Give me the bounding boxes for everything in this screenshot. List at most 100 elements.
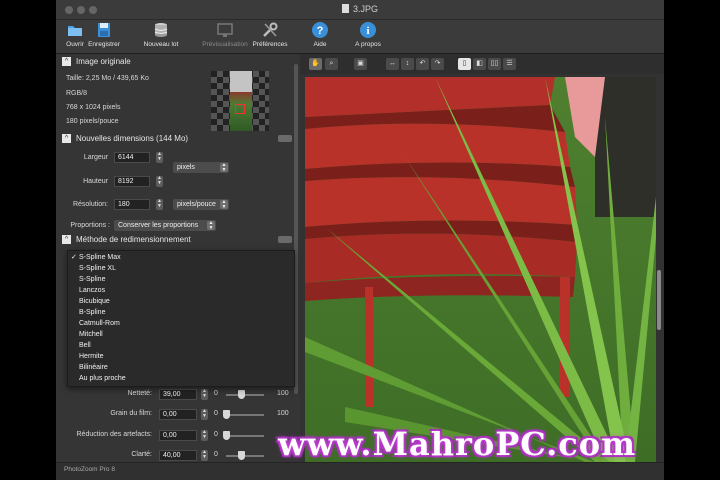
slider-knob[interactable] [223, 410, 230, 419]
crop-tool-button[interactable]: ▣ [354, 58, 367, 70]
open-button[interactable]: Ouvrir [63, 20, 87, 54]
slider-track[interactable] [226, 414, 264, 416]
about-button[interactable]: i A propos [352, 20, 384, 54]
slider-track[interactable] [226, 394, 264, 396]
resize-method-option-label: S-Spline XL [79, 265, 116, 272]
resize-method-option-label: S-Spline Max [79, 254, 121, 261]
preview-button[interactable]: Prévisualisation [201, 20, 249, 54]
collapse-chevron-icon: ^ [62, 57, 71, 66]
help-button[interactable]: ? Aide [308, 20, 332, 54]
new-batch-button[interactable]: Nouveau lot [142, 20, 180, 54]
slider-min-label: 0 [214, 451, 218, 458]
flip-vertical-button[interactable]: ↕ [401, 58, 414, 70]
slider-stepper[interactable]: ▲ ▼ [201, 389, 208, 400]
rotate-left-button[interactable]: ↶ [416, 58, 429, 70]
zoom-tool-button[interactable]: ⌕ [325, 58, 338, 70]
original-image-title: Image originale [76, 57, 131, 66]
resize-method-menu: ✓ S-Spline Max S-Spline XL S-Spline Lanczos B… [67, 250, 295, 387]
slider-value-field[interactable]: 40,00 [159, 450, 197, 461]
original-dimensions: 768 x 1024 pixels [66, 104, 121, 111]
height-stepper[interactable]: ▲ ▼ [156, 176, 163, 187]
resize-method-option-label: Mitchell [79, 331, 103, 338]
width-field[interactable]: 6144 [114, 152, 150, 163]
info-icon: i [360, 22, 376, 38]
width-stepper[interactable]: ▲ ▼ [156, 152, 163, 163]
slider-track[interactable] [226, 455, 264, 457]
proportions-select[interactable]: Conserver les proportions ▲ ▼ [114, 220, 216, 231]
hand-tool-button[interactable]: ✋ [309, 58, 322, 70]
original-resolution: 180 pixels/pouce [66, 118, 119, 125]
about-label: A propos [355, 41, 381, 48]
resize-method-option[interactable]: Bell [79, 341, 91, 351]
slider-value-field[interactable]: 0,00 [159, 430, 197, 441]
floppy-disk-icon [98, 23, 110, 37]
slider-min-label: 0 [214, 390, 218, 397]
window-title-text: 3.JPG [352, 4, 378, 14]
slider-stepper[interactable]: ▲ ▼ [201, 450, 208, 461]
resize-method-option[interactable]: ✓ S-Spline Max [71, 253, 121, 263]
preview-scrollbar[interactable] [657, 270, 661, 330]
height-label: Hauteur [83, 178, 108, 185]
flip-horizontal-button[interactable]: ↔ [386, 58, 399, 70]
resize-method-option-label: Bilinéaire [79, 364, 108, 371]
select-arrows-icon: ▲ ▼ [220, 199, 228, 210]
select-arrows-icon: ▲ ▼ [207, 220, 215, 231]
image-preview-canvas[interactable] [305, 77, 656, 462]
viewport-selection-box[interactable] [235, 104, 245, 114]
slider-max-label: 100 [277, 390, 289, 397]
thumbnail-photo [230, 71, 252, 131]
resolution-field[interactable]: 180 [114, 199, 150, 210]
resize-method-option[interactable]: Au plus proche [79, 374, 126, 384]
slider-value-field[interactable]: 0,00 [159, 409, 197, 420]
window-title: 3.JPG [56, 4, 664, 14]
checkmark-icon: ✓ [71, 254, 77, 261]
resize-method-option[interactable]: Bicubique [79, 297, 110, 307]
resize-method-option[interactable]: S-Spline XL [79, 264, 116, 274]
resize-method-option[interactable]: B-Spline [79, 308, 105, 318]
resize-method-title: Méthode de redimensionnement [76, 235, 191, 244]
resize-method-option-label: Bicubique [79, 298, 110, 305]
resolution-unit-select[interactable]: pixels/pouce ▲ ▼ [173, 199, 229, 210]
main-toolbar: Ouvrir Enregistrer Nouveau lot Prévisual… [56, 20, 664, 54]
help-label: Aide [313, 41, 327, 48]
new-dimensions-section-header[interactable]: ^ Nouvelles dimensions (144 Mo) [60, 133, 292, 145]
collapse-chevron-icon: ^ [62, 134, 71, 143]
slider-label: Grain du film: [110, 410, 152, 417]
svg-text:?: ? [317, 25, 324, 37]
save-button[interactable]: Enregistrer [86, 20, 122, 54]
resize-method-option[interactable]: Catmull-Rom [79, 319, 120, 329]
height-field[interactable]: 8192 [114, 176, 150, 187]
section-options-button[interactable] [278, 236, 292, 243]
resize-method-option[interactable]: Mitchell [79, 330, 103, 340]
slider-knob[interactable] [223, 431, 230, 440]
resize-method-option[interactable]: Lanczos [79, 286, 105, 296]
resolution-stepper[interactable]: ▲ ▼ [156, 199, 163, 210]
dimension-unit-select[interactable]: pixels ▲ ▼ [173, 162, 229, 173]
resize-method-option-label: S-Spline [79, 276, 106, 283]
slider-value-field[interactable]: 39,00 [159, 389, 197, 400]
original-mode: RGB/8 [66, 90, 88, 97]
collapse-chevron-icon: ^ [62, 235, 71, 244]
document-icon [341, 4, 349, 13]
section-options-button[interactable] [278, 135, 292, 142]
slider-label: Clarté: [131, 451, 152, 458]
single-view-button[interactable]: ▯ [458, 58, 471, 70]
stacked-view-button[interactable]: ☰ [503, 58, 516, 70]
slider-knob[interactable] [238, 390, 245, 399]
slider-knob[interactable] [238, 451, 245, 460]
side-by-side-button[interactable]: ▯▯ [488, 58, 501, 70]
resize-method-option[interactable]: Hermite [79, 352, 104, 362]
save-label: Enregistrer [88, 41, 120, 48]
rotate-right-button[interactable]: ↷ [431, 58, 444, 70]
split-view-button[interactable]: ◧ [473, 58, 486, 70]
resize-method-option[interactable]: Bilinéaire [79, 363, 108, 373]
resize-method-section-header[interactable]: ^ Méthode de redimensionnement [60, 234, 292, 246]
preferences-button[interactable]: Préférences [252, 20, 288, 54]
resize-method-option-label: Au plus proche [79, 375, 126, 382]
slider-stepper[interactable]: ▲ ▼ [201, 409, 208, 420]
slider-track[interactable] [226, 435, 264, 437]
original-image-section-header[interactable]: ^ Image originale [60, 56, 292, 68]
navigator-thumbnail[interactable] [211, 71, 269, 131]
resize-method-option[interactable]: S-Spline [79, 275, 105, 285]
slider-stepper[interactable]: ▲ ▼ [201, 430, 208, 441]
